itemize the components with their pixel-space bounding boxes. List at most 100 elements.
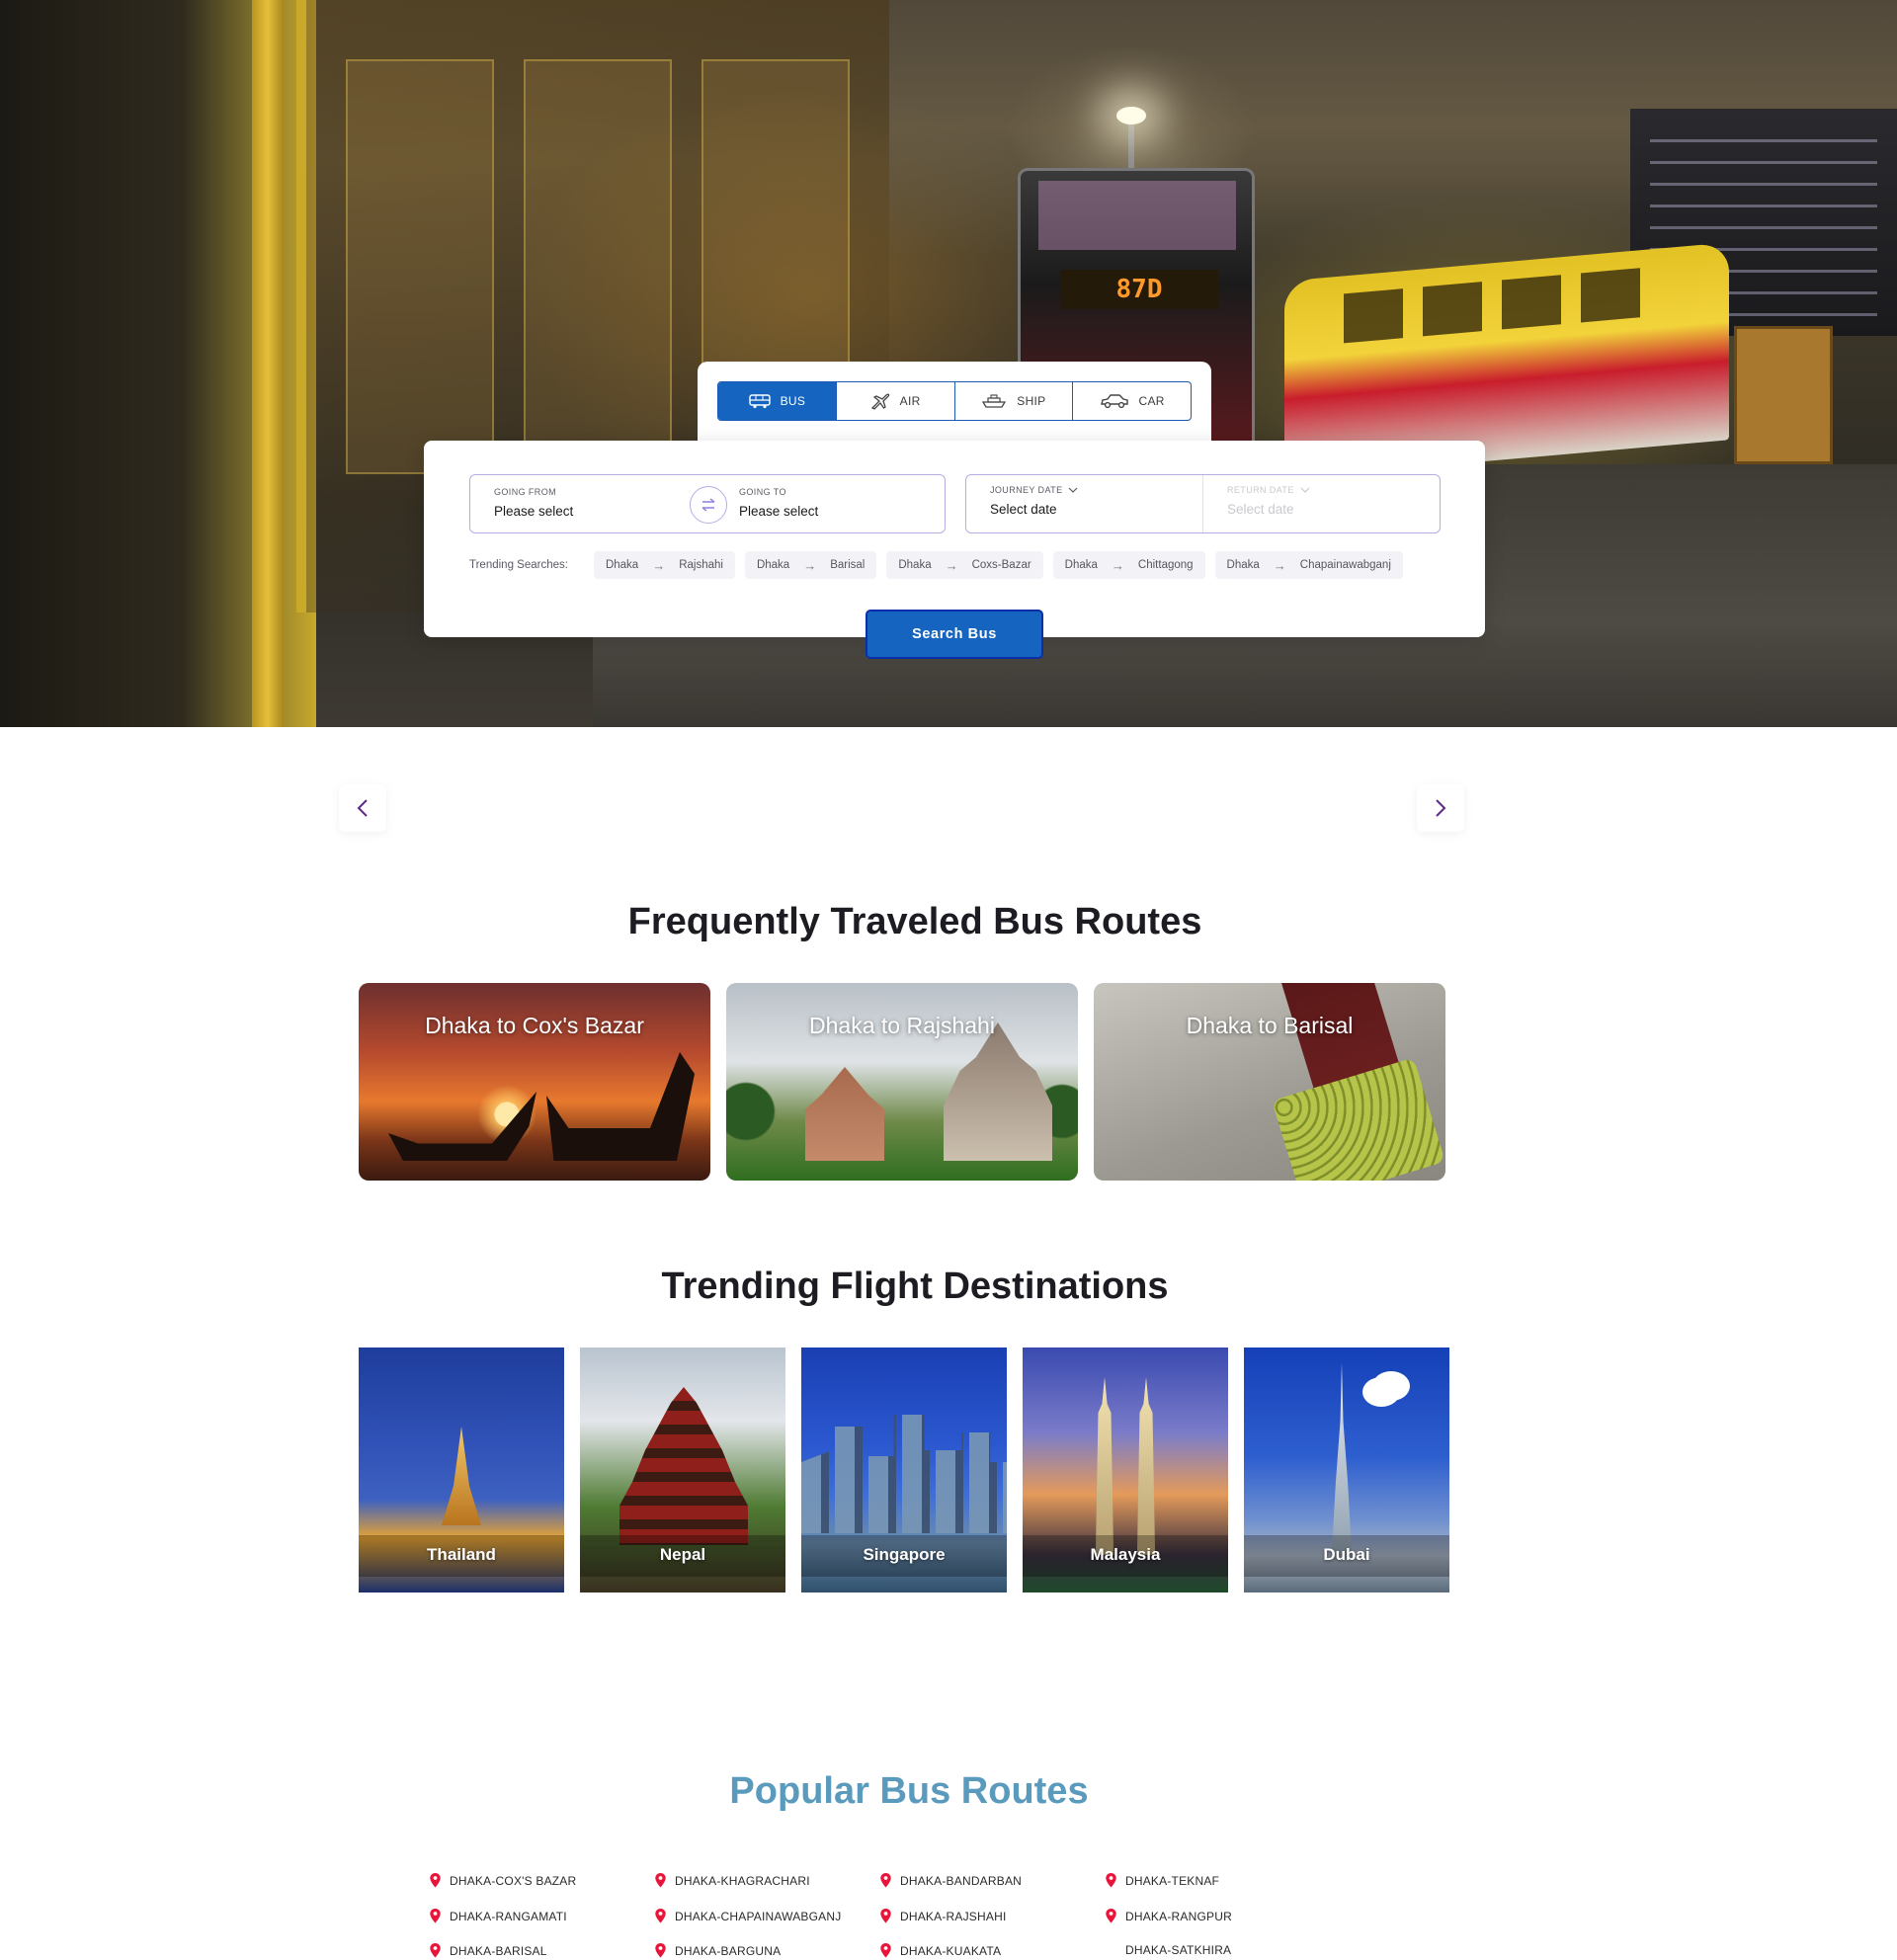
chevron-down-icon [1300,487,1310,493]
map-pin-icon [430,1943,441,1958]
tab-ship-label: SHIP [1017,394,1046,408]
popular-route-label: DHAKA-RAJSHAHI [900,1909,1007,1923]
return-date-value: Select date [1227,502,1294,517]
chip-to: Rajshahi [679,559,723,571]
tab-car[interactable]: CAR [1073,382,1191,420]
tab-bus[interactable]: BUS [718,382,837,420]
popular-route-label: DHAKA-RANGAMATI [450,1909,567,1923]
destination-card-nepal[interactable]: Nepal [580,1348,785,1592]
popular-route-link[interactable]: DHAKA-KHAGRACHARI [655,1873,810,1888]
popular-route-label: DHAKA-KUAKATA [900,1943,1002,1958]
route-card-barisal[interactable]: Dhaka to Barisal [1094,983,1445,1181]
journey-date-value: Select date [990,502,1057,517]
popular-route-label: DHAKA-KHAGRACHARI [675,1873,810,1888]
swap-icon [701,498,715,512]
return-date-label: RETURN DATE [1227,485,1294,495]
chip-to: Chittagong [1137,559,1194,571]
chip-from: Dhaka [605,559,639,571]
tab-bus-label: BUS [780,394,806,408]
swap-route-button[interactable] [690,486,727,524]
arrow-right-icon: → [945,557,958,573]
going-from-field[interactable]: GOING FROM Please select [470,475,700,532]
popular-route-link[interactable]: DHAKA-CHAPAINAWABGANJ [655,1909,841,1923]
search-card: GOING FROM Please select GOING TO Please… [424,441,1485,637]
route-card-title: Dhaka to Rajshahi [809,1013,995,1038]
map-pin-icon [430,1909,441,1923]
journey-date-field[interactable]: JOURNEY DATE Select date [966,475,1202,532]
popular-route-link[interactable]: DHAKA-BARISAL [430,1943,547,1958]
popular-route-label: DHAKA-BARGUNA [675,1943,782,1958]
trending-chip[interactable]: Dhaka → Chittagong [1052,551,1205,579]
tab-air[interactable]: AIR [837,382,955,420]
destination-name: Malaysia [1090,1545,1161,1564]
chip-to: Barisal [830,559,866,571]
going-to-label: GOING TO [739,487,786,497]
popular-route-link[interactable]: DHAKA-RAJSHAHI [880,1909,1006,1923]
popular-route-link[interactable]: DHAKA-COX'S BAZAR [430,1873,576,1888]
hero-street-lamp [1116,107,1146,124]
route-card-rajshahi[interactable]: Dhaka to Rajshahi [726,983,1078,1181]
going-from-label: GOING FROM [494,487,556,497]
carousel-prev-button[interactable] [339,784,386,832]
arrow-right-icon: → [1111,557,1124,573]
trending-chip[interactable]: Dhaka → Rajshahi [593,551,735,579]
car-icon [1100,394,1128,409]
popular-route-link[interactable]: DHAKA-BANDARBAN [880,1873,1022,1888]
tab-ship[interactable]: SHIP [955,382,1074,420]
popular-route-label: DHAKA-BARISAL [450,1943,547,1958]
route-card-title: Dhaka to Barisal [1186,1013,1354,1038]
popular-route-link[interactable]: DHAKA-BARGUNA [655,1943,781,1958]
tab-car-label: CAR [1138,394,1165,408]
trending-chip[interactable]: Dhaka → Barisal [744,551,877,579]
destination-card-malaysia[interactable]: Malaysia [1023,1348,1228,1592]
route-field-group: GOING FROM Please select GOING TO Please… [469,474,946,533]
popular-route-link[interactable]: DHAKA-RANGAMATI [430,1909,567,1923]
map-pin-icon [1106,1909,1116,1923]
map-pin-icon [880,1873,891,1888]
destination-card-singapore[interactable]: Singapore [801,1348,1007,1592]
journey-date-label: JOURNEY DATE [990,485,1063,495]
hero-bus-sign: 87D [1060,270,1218,309]
map-pin-icon [655,1909,666,1923]
map-pin-icon [655,1943,666,1958]
popular-route-link[interactable]: DHAKA-TEKNAF [1106,1873,1219,1888]
hero-ticket-booth [1734,326,1833,464]
hero-bus-door-frame [252,0,284,727]
search-bus-button[interactable]: Search Bus [866,610,1043,659]
chevron-right-icon [1436,799,1446,817]
going-to-field[interactable]: GOING TO Please select [700,475,945,532]
popular-route-label: DHAKA-TEKNAF [1125,1873,1220,1888]
return-date-field[interactable]: RETURN DATE Select date [1202,475,1440,532]
map-pin-icon [1106,1873,1116,1888]
bus-icon [748,394,771,409]
popular-route-label: DHAKA-BANDARBAN [900,1873,1023,1888]
ship-icon [982,394,1007,408]
transport-tabs: BUS AIR SHIP CAR [717,381,1192,421]
destination-name: Dubai [1323,1545,1370,1564]
arrow-right-icon: → [1273,557,1286,573]
popular-route-link[interactable]: DHAKA-KUAKATA [880,1943,1001,1958]
going-from-value: Please select [494,504,574,519]
going-to-value: Please select [739,504,819,519]
date-field-group: JOURNEY DATE Select date RETURN DATE Sel… [965,474,1441,533]
trending-chip[interactable]: Dhaka → Coxs-Bazar [886,551,1043,579]
carousel-next-button[interactable] [1417,784,1464,832]
popular-route-label: DHAKA-RANGPUR [1125,1909,1232,1923]
trending-chip[interactable]: Dhaka → Chapainawabganj [1214,551,1403,579]
route-card-cox-bazar[interactable]: Dhaka to Cox's Bazar [359,983,710,1181]
trending-searches: Trending Searches: Dhaka → Rajshahi Dhaka →… [469,551,1403,579]
map-pin-icon [655,1873,666,1888]
destination-card-dubai[interactable]: Dubai [1244,1348,1449,1592]
popular-route-label: DHAKA-COX'S BAZAR [450,1873,577,1888]
map-pin-icon [880,1909,891,1923]
destination-card-thailand[interactable]: Thailand [359,1348,564,1592]
chip-from: Dhaka [756,559,790,571]
map-pin-icon [430,1873,441,1888]
arrow-right-icon: → [652,557,666,573]
map-pin-icon [880,1943,891,1958]
airplane-icon [870,393,889,410]
chip-to: Coxs-Bazar [971,559,1031,571]
popular-route-link[interactable]: DHAKA-SATKHIRA [1106,1943,1231,1957]
popular-route-label: DHAKA-CHAPAINAWABGANJ [675,1909,842,1923]
popular-route-link[interactable]: DHAKA-RANGPUR [1106,1909,1232,1923]
